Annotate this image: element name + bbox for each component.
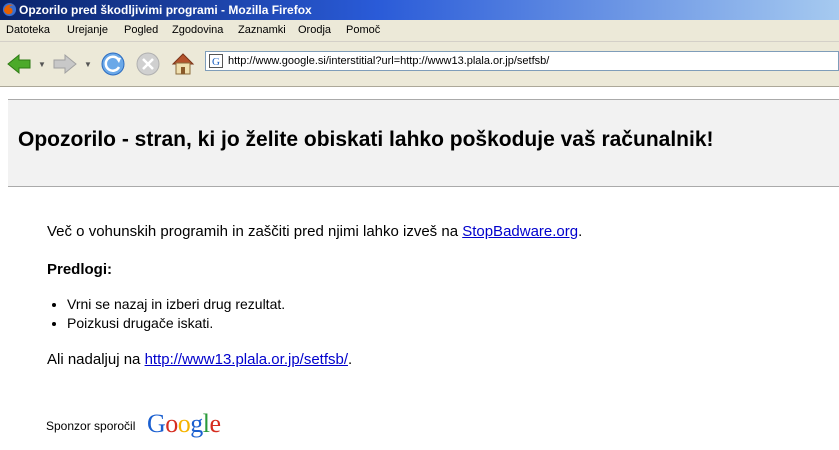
google-logo: Google xyxy=(147,409,221,438)
page-title: Opozorilo - stran, ki jo želite obiskati… xyxy=(18,128,714,151)
forward-arrow-icon[interactable] xyxy=(50,50,80,78)
info-paragraph: Več o vohunskih programih in zaščiti pre… xyxy=(47,223,582,240)
back-dropdown-icon[interactable]: ▼ xyxy=(38,60,46,69)
list-item: Vrni se nazaj in izberi drug rezultat. xyxy=(67,296,285,313)
suggestions-list: Vrni se nazaj in izberi drug rezultat. P… xyxy=(47,296,285,334)
menu-bar: Datoteka Urejanje Pogled Zgodovina Zazna… xyxy=(0,20,839,42)
title-bar: Opzorilo pred škodljivimi programi - Moz… xyxy=(0,0,839,20)
forward-dropdown-icon[interactable]: ▼ xyxy=(84,60,92,69)
stopbadware-link[interactable]: StopBadware.org xyxy=(462,223,578,240)
continue-suffix: . xyxy=(348,351,353,368)
back-arrow-icon[interactable] xyxy=(4,50,34,78)
page-content: Opozorilo - stran, ki jo želite obiskati… xyxy=(0,87,839,450)
continue-link[interactable]: http://www13.plala.or.jp/setfsb/ xyxy=(145,351,348,368)
menu-edit[interactable]: Urejanje xyxy=(67,24,108,36)
svg-text:G: G xyxy=(212,56,220,68)
window-title: Opzorilo pred škodljivimi programi - Moz… xyxy=(19,3,312,17)
menu-help[interactable]: Pomoč xyxy=(346,24,380,36)
info-text: Več o vohunskih programih in zaščiti pre… xyxy=(47,223,463,240)
menu-history[interactable]: Zgodovina xyxy=(172,24,223,36)
continue-paragraph: Ali nadaljuj na http://www13.plala.or.jp… xyxy=(47,351,352,368)
home-icon[interactable] xyxy=(168,50,198,78)
suggestions-title: Predlogi: xyxy=(47,261,113,278)
stop-icon[interactable] xyxy=(133,50,163,78)
url-input[interactable] xyxy=(228,53,828,69)
firefox-icon xyxy=(2,2,17,17)
google-g-icon: G xyxy=(209,54,223,68)
continue-text: Ali nadaljuj na xyxy=(47,351,145,368)
sponsor-text: Sponzor sporočil xyxy=(46,419,136,433)
navigation-toolbar: ▼ ▼ G xyxy=(0,42,839,87)
menu-bookmarks[interactable]: Zaznamki xyxy=(238,24,286,36)
menu-view[interactable]: Pogled xyxy=(124,24,158,36)
reload-icon[interactable] xyxy=(98,50,128,78)
info-suffix: . xyxy=(578,223,583,240)
list-item: Poizkusi drugače iskati. xyxy=(67,315,285,332)
menu-file[interactable]: Datoteka xyxy=(6,24,50,36)
menu-tools[interactable]: Orodja xyxy=(298,24,331,36)
warning-box: Opozorilo - stran, ki jo želite obiskati… xyxy=(8,99,839,187)
url-bar[interactable]: G xyxy=(205,51,839,71)
